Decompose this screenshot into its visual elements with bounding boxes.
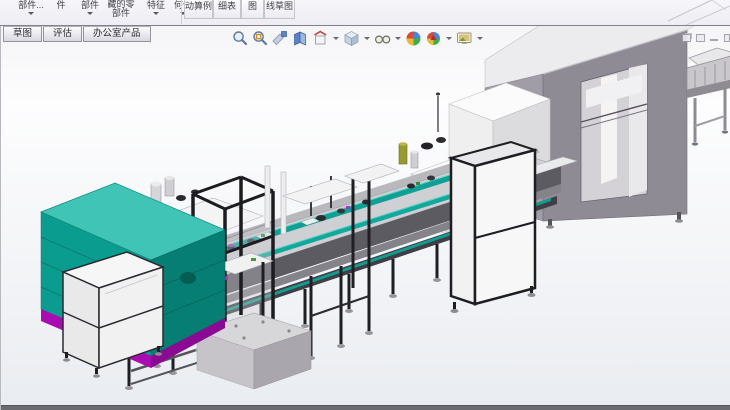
outfeed-roller-conveyor[interactable] bbox=[687, 48, 730, 146]
tile-window-icon[interactable] bbox=[696, 34, 705, 42]
tab-label: 评估 bbox=[53, 28, 72, 39]
heads-up-view-toolbar bbox=[232, 30, 484, 47]
ribbon-item-label: 动算例 bbox=[185, 1, 212, 11]
zoom-to-area-icon[interactable] bbox=[252, 30, 269, 47]
ribbon-item-insert-components[interactable]: 部件... bbox=[12, 1, 50, 15]
tab-evaluate[interactable]: 评估 bbox=[43, 26, 82, 42]
ribbon-item-explode-line-sketch[interactable]: 线草图 bbox=[264, 0, 295, 19]
dropdown-caret-icon bbox=[87, 12, 93, 15]
dropdown-caret-icon bbox=[153, 12, 159, 15]
dropdown-caret-icon[interactable] bbox=[364, 37, 370, 40]
ribbon-item-label: 部件... bbox=[18, 0, 44, 10]
apply-scene-icon[interactable] bbox=[425, 30, 442, 47]
dropdown-caret-icon[interactable] bbox=[446, 37, 452, 40]
view-orientation-icon[interactable] bbox=[312, 30, 329, 47]
ribbon-item-exploded-view[interactable]: 图 bbox=[241, 0, 264, 19]
edge-window-icon[interactable] bbox=[724, 34, 730, 42]
ribbon-item-label: 图 bbox=[248, 1, 257, 11]
tab-label: 草图 bbox=[13, 28, 32, 39]
section-view-icon[interactable] bbox=[272, 30, 289, 47]
commandmanager-tab-strip: 草图 评估 办公室产品 bbox=[3, 26, 152, 42]
dropdown-caret-icon bbox=[28, 12, 34, 15]
ribbon-item-smart-fasteners[interactable]: 件 bbox=[52, 1, 70, 10]
ribbon-item-label: 特征 bbox=[147, 0, 165, 10]
hide-show-items-icon[interactable] bbox=[374, 30, 391, 47]
ribbon-item-motion-study[interactable]: 动算例 bbox=[184, 0, 213, 19]
equipment-cabinet[interactable] bbox=[451, 142, 536, 313]
graphics-viewport[interactable] bbox=[0, 26, 730, 410]
tab-office-products[interactable]: 办公室产品 bbox=[83, 26, 151, 42]
document-window-controls bbox=[682, 34, 728, 42]
command-ribbon: 部件... 件 部件 藏的零部件 特征 何体 动算例 细表 图 线草图 bbox=[0, 0, 730, 26]
corner-sketch-lines bbox=[660, 0, 730, 25]
ribbon-item-label: 件 bbox=[56, 0, 65, 10]
edit-appearance-icon[interactable] bbox=[405, 30, 422, 47]
ribbon-item-move-component[interactable]: 部件 bbox=[76, 1, 104, 15]
ribbon-item-bill-of-materials[interactable]: 细表 bbox=[213, 0, 241, 19]
zoom-to-fit-icon[interactable] bbox=[232, 30, 249, 47]
tab-sketch[interactable]: 草图 bbox=[3, 26, 42, 42]
ribbon-item-show-hidden-components[interactable]: 藏的零部件 bbox=[106, 0, 136, 18]
restore-window-icon[interactable] bbox=[682, 34, 691, 42]
view-settings-icon[interactable] bbox=[456, 30, 473, 47]
ribbon-item-label: 部件 bbox=[81, 0, 99, 10]
minimize-window-icon[interactable] bbox=[710, 34, 719, 42]
ribbon-group-separator bbox=[181, 0, 182, 24]
dropdown-caret-icon[interactable] bbox=[477, 37, 483, 40]
ribbon-item-label: 细表 bbox=[218, 1, 236, 11]
dropdown-caret-icon[interactable] bbox=[333, 37, 339, 40]
bottom-scrollbar[interactable] bbox=[1, 405, 730, 410]
ribbon-item-label: 线草图 bbox=[266, 1, 293, 11]
view-pages-icon[interactable] bbox=[292, 30, 309, 47]
ribbon-item-label: 藏的零部件 bbox=[107, 0, 134, 18]
tab-label: 办公室产品 bbox=[93, 28, 141, 39]
display-style-icon[interactable] bbox=[343, 30, 360, 47]
assembly-line-model[interactable] bbox=[1, 26, 730, 410]
ribbon-item-assembly-features[interactable]: 特征 bbox=[142, 1, 170, 15]
dropdown-caret-icon[interactable] bbox=[395, 37, 401, 40]
